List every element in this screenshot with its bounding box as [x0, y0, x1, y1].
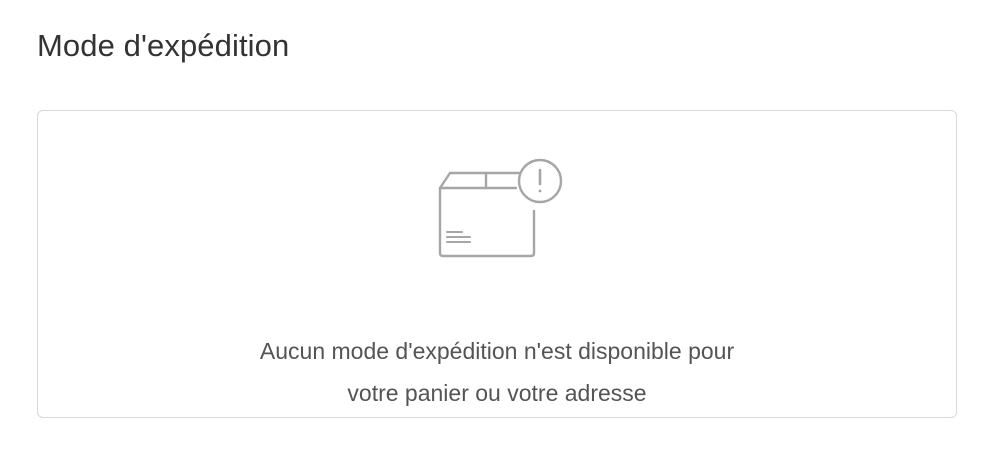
empty-state-message: Aucun mode d'expédition n'est disponible…	[38, 330, 956, 414]
shipping-empty-state-card: Aucun mode d'expédition n'est disponible…	[37, 110, 957, 418]
package-warning-icon	[438, 158, 563, 258]
empty-state-message-line-1: Aucun mode d'expédition n'est disponible…	[259, 338, 735, 364]
empty-state-message-line-2: votre panier ou votre adresse	[347, 380, 647, 406]
shipping-method-title: Mode d'expédition	[37, 28, 290, 63]
